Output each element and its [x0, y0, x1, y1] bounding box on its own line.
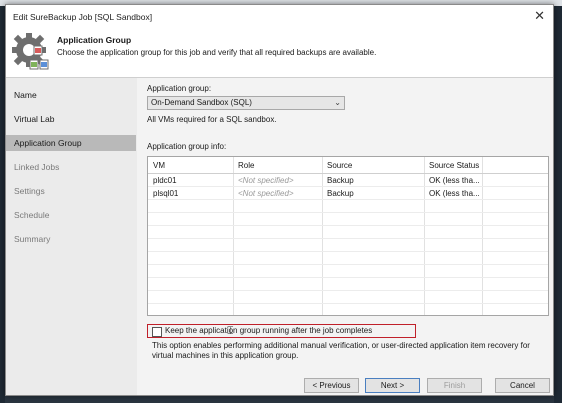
finish-button: Finish — [427, 378, 482, 393]
vm-source: Backup — [327, 189, 354, 198]
vm-source-status: OK (less tha... — [429, 176, 480, 185]
nav-step-summary: Summary — [14, 234, 51, 244]
wizard-banner: Application Group Choose the application… — [6, 27, 553, 78]
window-title: Edit SureBackup Job [SQL Sandbox] — [13, 12, 153, 22]
application-group-vm-table: VM Role Source Source Status pldc01 <Not… — [147, 156, 549, 316]
application-group-dropdown[interactable]: On-Demand Sandbox (SQL) ⌄ — [147, 96, 345, 110]
nav-step-virtual-lab[interactable]: Virtual Lab — [6, 111, 136, 127]
vm-role: <Not specified> — [238, 176, 294, 185]
application-group-info-label: Application group info: — [147, 142, 227, 151]
nav-step-application-group[interactable]: Application Group — [6, 135, 136, 151]
vm-source-status: OK (less tha... — [429, 189, 480, 198]
chevron-down-icon: ⌄ — [334, 98, 341, 107]
table-row-empty — [148, 239, 548, 252]
previous-button[interactable]: < Previous — [304, 378, 359, 393]
table-row[interactable]: plsql01 <Not specified> Backup OK (less … — [148, 187, 548, 200]
table-header: VM Role Source Source Status — [148, 157, 548, 174]
wizard-steps-nav: Name Virtual Lab Application Group Linke… — [6, 78, 137, 395]
gear-backup-icon — [12, 33, 49, 70]
table-row-empty — [148, 200, 548, 213]
keep-running-checkbox[interactable] — [152, 327, 162, 337]
vm-source: Backup — [327, 176, 354, 185]
column-header-role[interactable]: Role — [238, 161, 254, 170]
next-button[interactable]: Next > — [365, 378, 420, 393]
cancel-button[interactable]: Cancel — [495, 378, 550, 393]
title-bar: Edit SureBackup Job [SQL Sandbox] ✕ — [6, 5, 553, 27]
nav-step-linked-jobs: Linked Jobs — [14, 162, 60, 172]
background-right-panel — [554, 6, 562, 403]
table-row[interactable]: pldc01 <Not specified> Backup OK (less t… — [148, 174, 548, 187]
column-header-source[interactable]: Source — [327, 161, 352, 170]
vm-name: pldc01 — [153, 176, 177, 185]
application-group-label: Application group: — [147, 84, 212, 93]
keep-running-label[interactable]: Keep the application group running after… — [165, 326, 372, 335]
table-row-empty — [148, 226, 548, 239]
keep-running-highlight: Keep the application group running after… — [147, 324, 416, 338]
application-group-value: On-Demand Sandbox (SQL) — [151, 98, 252, 107]
wizard-content: Application group: On-Demand Sandbox (SQ… — [137, 78, 553, 395]
nav-step-name[interactable]: Name — [6, 87, 136, 103]
table-row-empty — [148, 291, 548, 304]
column-header-vm[interactable]: VM — [153, 161, 165, 170]
keep-running-description: This option enables performing additiona… — [152, 341, 530, 360]
close-icon[interactable]: ✕ — [534, 8, 545, 24]
nav-step-settings: Settings — [14, 186, 45, 196]
table-row-empty — [148, 252, 548, 265]
table-row-empty — [148, 278, 548, 291]
mouse-cursor-icon: ⌶ — [227, 325, 234, 337]
vm-name: plsql01 — [153, 189, 179, 198]
table-row-empty — [148, 213, 548, 226]
page-description: Choose the application group for this jo… — [57, 48, 377, 57]
column-header-source-status[interactable]: Source Status — [429, 161, 479, 170]
nav-step-schedule: Schedule — [14, 210, 50, 220]
vm-role: <Not specified> — [238, 189, 294, 198]
application-group-note: All VMs required for a SQL sandbox. — [147, 115, 277, 124]
page-title: Application Group — [57, 35, 132, 45]
surebackup-job-dialog: Edit SureBackup Job [SQL Sandbox] ✕ Appl… — [5, 4, 554, 396]
table-row-empty — [148, 265, 548, 278]
